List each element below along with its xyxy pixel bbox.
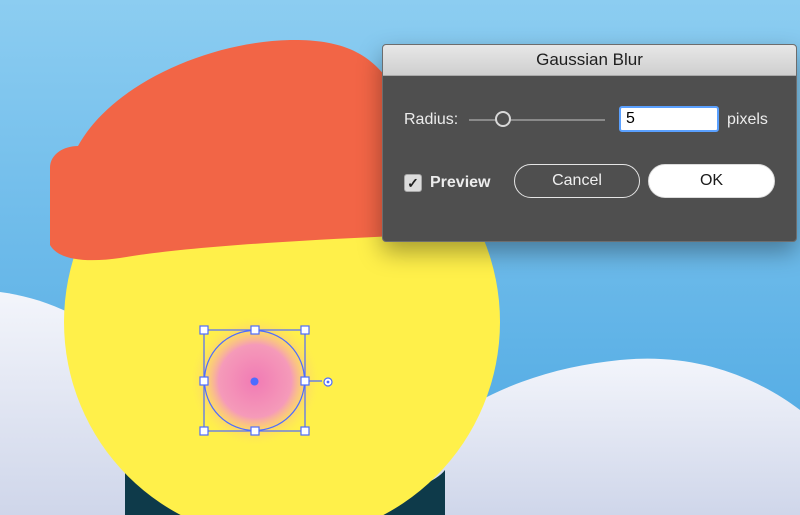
cancel-button-label: Cancel bbox=[552, 172, 602, 189]
radius-input[interactable] bbox=[619, 106, 719, 132]
ok-button-label: OK bbox=[699, 172, 724, 189]
pixels-units-label: pixels bbox=[727, 111, 768, 128]
preview-label: Preview bbox=[430, 174, 491, 191]
dialog-title: Gaussian Blur bbox=[383, 45, 796, 76]
slider-track[interactable] bbox=[469, 119, 605, 121]
checkmark-icon: ✓ bbox=[407, 174, 419, 191]
preview-checkbox[interactable]: ✓ bbox=[404, 174, 422, 192]
cancel-button[interactable]: Cancel bbox=[514, 164, 640, 198]
ok-button[interactable]: OK bbox=[648, 164, 775, 198]
gaussian-blur-dialog: Gaussian Blur Radius: pixels ✓ Preview C… bbox=[382, 44, 797, 242]
preview-checkbox-row[interactable]: ✓ Preview bbox=[404, 174, 490, 192]
radius-slider[interactable] bbox=[469, 110, 605, 130]
slider-thumb[interactable] bbox=[495, 111, 511, 127]
radius-label: Radius: bbox=[404, 111, 459, 128]
